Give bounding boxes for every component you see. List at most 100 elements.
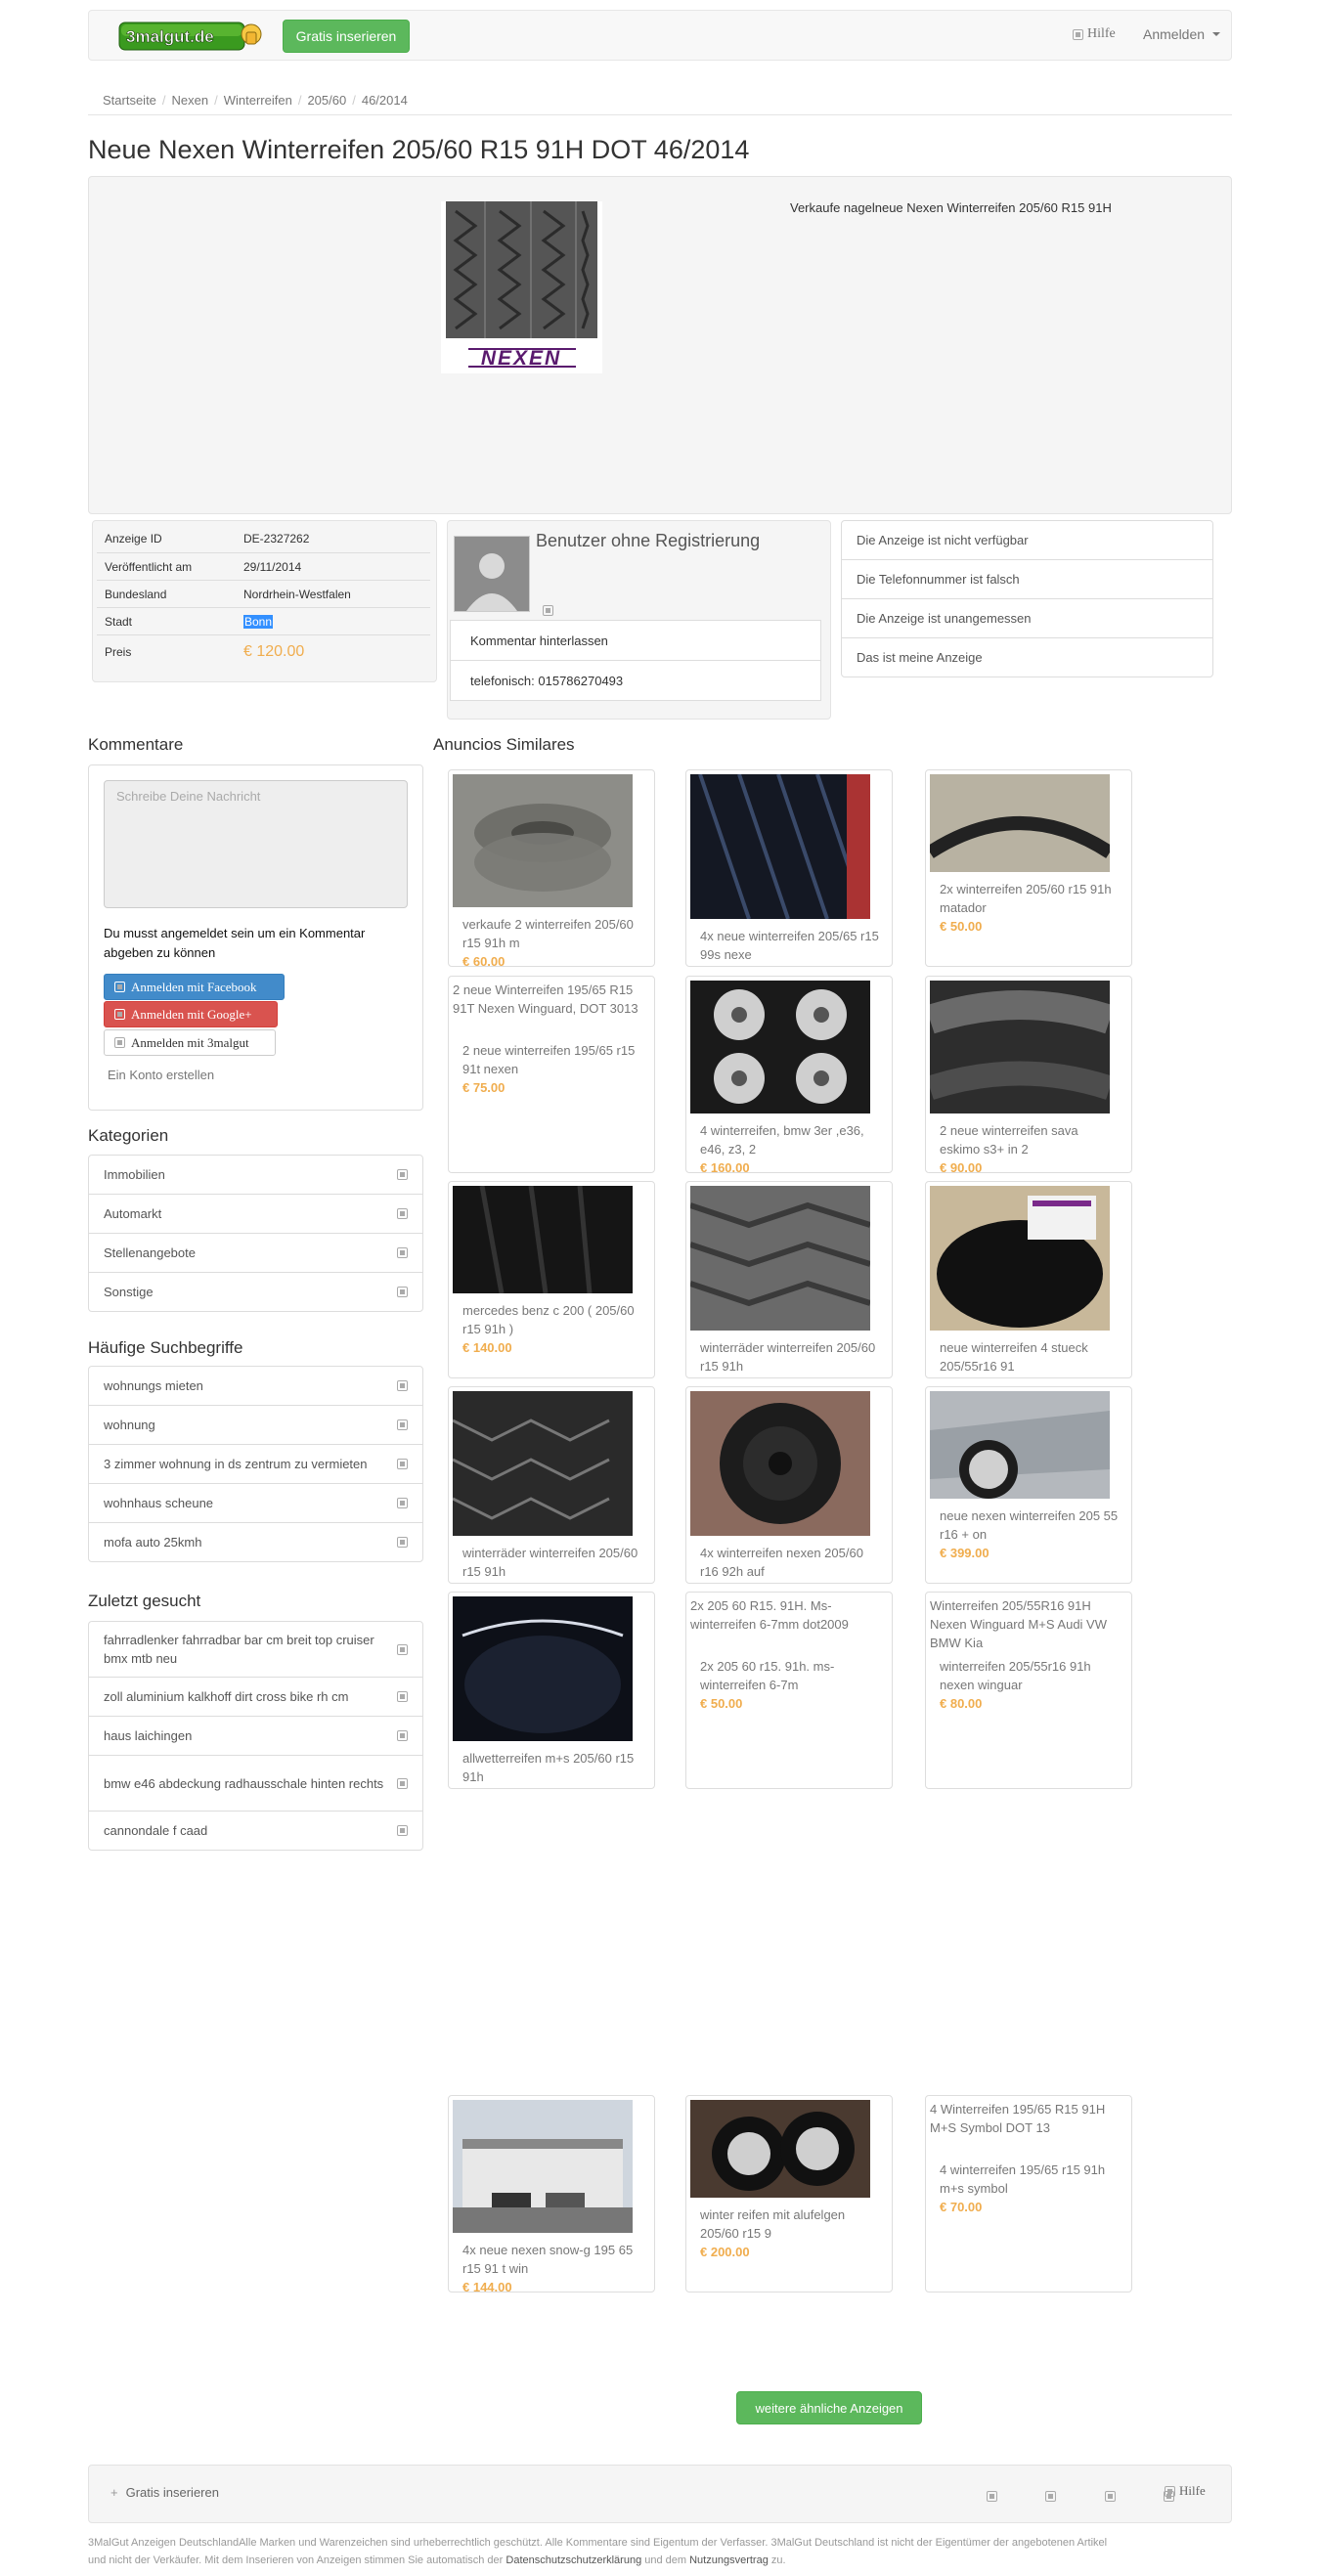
recent-search-item[interactable]: haus laichingen [88, 1716, 423, 1756]
facebook-login-button[interactable]: Anmelden mit Facebook [104, 974, 285, 1000]
ad-title[interactable]: neue nexen winterreifen 205 55 r16 + on [940, 1506, 1121, 1544]
ad-thumbnail[interactable] [452, 1391, 633, 1539]
comment-textarea[interactable]: Schreibe Deine Nachricht [104, 780, 408, 908]
login-dropdown[interactable]: Anmelden [1143, 26, 1221, 42]
similar-ad-card[interactable]: winterräder winterreifen 205/60 r15 91h [685, 1181, 893, 1378]
recent-search-item[interactable]: cannondale f caad [88, 1811, 423, 1851]
footer-post-free-link[interactable]: + Gratis inserieren [110, 2485, 219, 2500]
category-item[interactable]: Automarkt [88, 1194, 423, 1234]
main-image[interactable]: NEXEN [441, 201, 602, 373]
similar-ad-card[interactable]: 2 neue winterreifen sava eskimo s3+ in 2… [925, 976, 1132, 1173]
report-not-available[interactable]: Die Anzeige ist nicht verfügbar [841, 520, 1213, 560]
similar-ad-card[interactable]: 4x neue nexen snow-g 195 65 r15 91 t win… [448, 2095, 655, 2292]
ad-header-title[interactable]: 4 Winterreifen 195/65 R15 91H M+S Symbol… [930, 2100, 1125, 2137]
report-wrong-phone[interactable]: Die Telefonnummer ist falsch [841, 559, 1213, 599]
breadcrumb-category[interactable]: Winterreifen [224, 93, 292, 108]
ad-title[interactable]: winterräder winterreifen 205/60 r15 91h [700, 1338, 882, 1375]
frequent-search-item[interactable]: mofa auto 25kmh [88, 1522, 423, 1562]
similar-ad-card[interactable]: neue winterreifen 4 stueck 205/55r16 91 [925, 1181, 1132, 1378]
similar-ad-card[interactable]: neue nexen winterreifen 205 55 r16 + on €… [925, 1386, 1132, 1584]
ad-title[interactable]: 4 winterreifen, bmw 3er ,e36, e46, z3, 2 [700, 1121, 882, 1158]
ad-title[interactable]: mercedes benz c 200 ( 205/60 r15 91h ) [462, 1301, 644, 1338]
ad-header-title[interactable]: Winterreifen 205/55R16 91H Nexen Winguar… [930, 1596, 1125, 1652]
frequent-search-item[interactable]: wohnung [88, 1405, 423, 1445]
leave-comment-item[interactable]: Kommentar hinterlassen [450, 620, 821, 661]
ad-thumbnail[interactable] [690, 1391, 870, 1539]
footer-icon[interactable] [1044, 2491, 1056, 2502]
report-inappropriate[interactable]: Die Anzeige ist unangemessen [841, 598, 1213, 638]
ad-title[interactable]: allwetterreifen m+s 205/60 r15 91h [462, 1749, 644, 1786]
privacy-link[interactable]: Datenschutzschutzerklärung [506, 2554, 641, 2566]
ad-thumbnail[interactable] [453, 774, 633, 910]
similar-ad-card[interactable]: 4x winterreifen nexen 205/60 r16 92h auf [685, 1386, 893, 1584]
ad-thumbnail[interactable] [689, 1186, 871, 1333]
more-similar-ads-button[interactable]: weitere ähnliche Anzeigen [736, 2391, 922, 2424]
ad-thumbnail[interactable] [930, 1186, 1110, 1333]
category-item[interactable]: Sonstige [88, 1272, 423, 1312]
recent-search-item[interactable]: zoll aluminium kalkhoff dirt cross bike … [88, 1677, 423, 1717]
ad-title[interactable]: 2 neue winterreifen 195/65 r15 91t nexen [462, 1041, 644, 1078]
ad-header-title[interactable]: 2x 205 60 R15. 91H. Ms-winterreifen 6-7m… [690, 1596, 886, 1634]
category-item[interactable]: Immobilien [88, 1155, 423, 1195]
ad-thumbnail[interactable] [453, 2100, 633, 2236]
ad-title[interactable]: verkaufe 2 winterreifen 205/60 r15 91h m [462, 915, 644, 952]
info-label: Veröffentlicht am [105, 559, 193, 574]
footer-help-link[interactable]: Hilfe [1165, 2483, 1206, 2499]
ad-title[interactable]: 4 winterreifen 195/65 r15 91h m+s symbol [940, 2161, 1121, 2198]
ad-title[interactable]: 4x neue winterreifen 205/65 r15 99s nexe [700, 927, 882, 964]
similar-ad-card[interactable]: 2x winterreifen 205/60 r15 91h matador € … [925, 769, 1132, 967]
frequent-search-item[interactable]: wohnhaus scheune [88, 1483, 423, 1523]
ad-title[interactable]: winterräder winterreifen 205/60 r15 91h [462, 1544, 644, 1581]
similar-ad-card[interactable]: verkaufe 2 winterreifen 205/60 r15 91h m… [448, 769, 655, 967]
info-row-state: Bundesland Nordrhein-Westfalen [97, 580, 430, 607]
ad-title[interactable]: 2x 205 60 r15. 91h. ms-winterreifen 6-7m [700, 1657, 882, 1694]
ad-title[interactable]: 4x winterreifen nexen 205/60 r16 92h auf [700, 1544, 882, 1581]
report-is-mine[interactable]: Das ist meine Anzeige [841, 637, 1213, 677]
footer-icon[interactable] [987, 2491, 997, 2502]
help-link[interactable]: Hilfe [1073, 26, 1116, 42]
ad-thumbnail[interactable] [930, 1391, 1110, 1502]
post-free-button[interactable]: Gratis inserieren [283, 20, 410, 53]
frequent-search-item[interactable]: wohnungs mieten [88, 1366, 423, 1406]
similar-ad-card[interactable]: 4 winterreifen, bmw 3er ,e36, e46, z3, 2… [685, 976, 893, 1173]
category-item[interactable]: Stellenangebote [88, 1233, 423, 1273]
breadcrumb-brand[interactable]: Nexen [172, 93, 209, 108]
recent-search-item[interactable]: bmw e46 abdeckung radhausschale hinten r… [88, 1755, 423, 1812]
brand-logo[interactable]: 3malgut.de [118, 19, 263, 54]
similar-ad-card[interactable]: 4x neue winterreifen 205/65 r15 99s nexe [685, 769, 893, 967]
frequent-search-item[interactable]: 3 zimmer wohnung in ds zentrum zu vermie… [88, 1444, 423, 1484]
similar-ad-card[interactable]: mercedes benz c 200 ( 205/60 r15 91h ) € … [448, 1181, 655, 1378]
seller-phone[interactable]: telefonisch: 015786270493 [450, 660, 821, 701]
ad-title[interactable]: neue winterreifen 4 stueck 205/55r16 91 [940, 1338, 1121, 1375]
terms-link[interactable]: Nutzungsvertrag [689, 2554, 769, 2566]
category-label: Stellenangebote [104, 1245, 196, 1260]
similar-ad-card[interactable]: 4 Winterreifen 195/65 R15 91H M+S Symbol… [925, 2095, 1132, 2292]
breadcrumb-size[interactable]: 205/60 [307, 93, 346, 108]
local-login-button[interactable]: Anmelden mit 3malgut [104, 1029, 276, 1056]
ad-title[interactable]: 2 neue winterreifen sava eskimo s3+ in 2 [940, 1121, 1121, 1158]
recent-search-item[interactable]: fahrradlenker fahrradbar bar cm breit to… [88, 1621, 423, 1678]
ad-title[interactable]: 4x neue nexen snow-g 195 65 r15 91 t win [462, 2241, 644, 2278]
google-login-button[interactable]: Anmelden mit Google+ [104, 1001, 278, 1027]
ad-thumbnail[interactable] [453, 1185, 633, 1296]
ad-thumbnail[interactable] [690, 981, 870, 1116]
similar-ad-card[interactable]: 2 neue Winterreifen 195/65 R15 91T Nexen… [448, 976, 655, 1173]
ad-title[interactable]: winterreifen 205/55r16 91h nexen winguar [940, 1657, 1121, 1694]
ad-title[interactable]: winter reifen mit alufelgen 205/60 r15 9 [700, 2205, 882, 2243]
ad-title[interactable]: 2x winterreifen 205/60 r15 91h matador [940, 880, 1121, 917]
similar-ad-card[interactable]: allwetterreifen m+s 205/60 r15 91h € 240.… [448, 1592, 655, 1789]
ad-thumbnail[interactable] [690, 773, 870, 922]
breadcrumb-home[interactable]: Startseite [103, 93, 156, 108]
ad-header-title[interactable]: 2 neue Winterreifen 195/65 R15 91T Nexen… [453, 981, 648, 1018]
ad-thumbnail[interactable] [690, 2100, 870, 2201]
ad-thumbnail[interactable] [453, 1596, 633, 1744]
create-account-link[interactable]: Ein Konto erstellen [108, 1068, 214, 1082]
ad-thumbnail[interactable] [926, 981, 1115, 1116]
similar-ad-card[interactable]: Winterreifen 205/55R16 91H Nexen Winguar… [925, 1592, 1132, 1789]
ad-thumbnail[interactable] [926, 774, 1114, 875]
footer-icon[interactable] [1104, 2491, 1116, 2502]
similar-ad-card[interactable]: winter reifen mit alufelgen 205/60 r15 9… [685, 2095, 893, 2292]
similar-ad-card[interactable]: winterräder winterreifen 205/60 r15 91h [448, 1386, 655, 1584]
category-icon [397, 1208, 408, 1219]
similar-ad-card[interactable]: 2x 205 60 R15. 91H. Ms-winterreifen 6-7m… [685, 1592, 893, 1789]
